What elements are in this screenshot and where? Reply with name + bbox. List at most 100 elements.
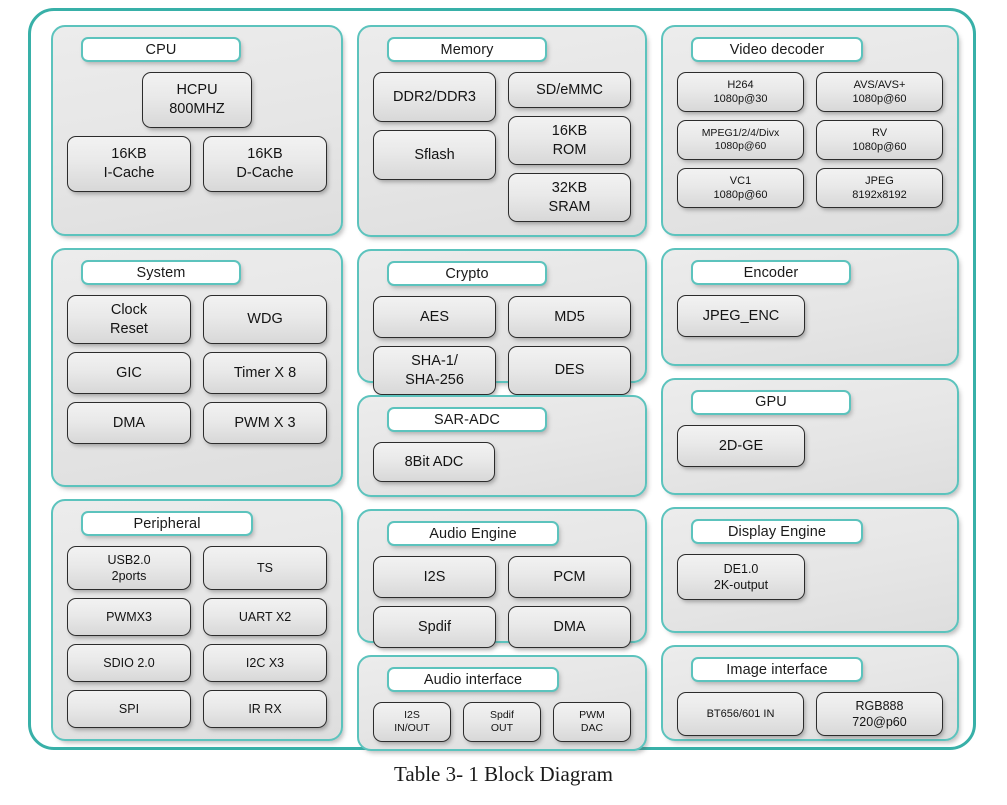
group-gpu: GPU 2D-GE <box>661 377 959 496</box>
group-title-display-engine: Display Engine <box>691 519 863 545</box>
block-8bit-adc: 8Bit ADC <box>373 442 495 482</box>
column-right: Video decoder H264 1080p@30 AVS/AVS+ 108… <box>661 25 959 741</box>
block-usb: USB2.0 2ports <box>67 546 191 590</box>
group-audio-interface: Audio interface I2S IN/OUT Spdif OUT PWM… <box>357 655 647 751</box>
block-pwmx3: PWMX3 <box>67 598 191 636</box>
block-line2: Reset <box>110 320 148 337</box>
group-title-audio-engine: Audio Engine <box>387 521 559 546</box>
block-timer: Timer X 8 <box>203 352 327 395</box>
block-line1: 16KB <box>247 146 283 163</box>
sar-adc-blocks: 8Bit ADC <box>373 442 631 482</box>
block-gic: GIC <box>67 352 191 395</box>
group-title-sar-adc: SAR-ADC <box>387 407 547 432</box>
block-diagram-frame: CPU HCPU 800MHZ 16KB I-Cache 16KB D-Cach… <box>28 8 976 751</box>
block-line1: WDG <box>247 311 283 328</box>
group-title-crypto: Crypto <box>387 261 547 286</box>
memory-col-a: DDR2/DDR3 Sflash <box>373 72 496 222</box>
block-aes: AES <box>373 296 496 338</box>
block-sd-emmc: SD/eMMC <box>508 72 631 108</box>
block-2d-ge: 2D-GE <box>677 424 805 467</box>
group-peripheral: Peripheral USB2.0 2ports TS PWMX3 UART X… <box>51 499 343 741</box>
block-md5: MD5 <box>508 296 631 338</box>
block-line1: JPEG <box>865 175 894 188</box>
block-line2: OUT <box>490 722 514 734</box>
block-line1: PWM X 3 <box>234 414 296 431</box>
block-sram: 32KB SRAM <box>508 173 631 223</box>
block-line1: TS <box>257 561 273 575</box>
block-rom: 16KB ROM <box>508 116 631 166</box>
block-line1: PCM <box>553 568 586 585</box>
group-display-engine: Display Engine DE1.0 2K-output <box>661 507 959 633</box>
column-left: CPU HCPU 800MHZ 16KB I-Cache 16KB D-Cach… <box>51 25 343 741</box>
block-uart: UART X2 <box>203 598 327 636</box>
block-mpeg: MPEG1/2/4/Divx 1080p@60 <box>677 120 804 161</box>
group-system: System Clock Reset WDG GIC Timer X 8 DMA… <box>51 248 343 487</box>
block-line1: I2S <box>404 708 420 721</box>
block-line2: 2ports <box>111 569 147 583</box>
block-i2s: I2S <box>373 556 496 598</box>
block-clock-reset: Clock Reset <box>67 295 191 345</box>
block-line1: 16KB <box>111 146 147 163</box>
block-line1: I2C X3 <box>245 656 285 670</box>
block-line2: 8192x8192 <box>852 189 907 202</box>
block-line1: DMA <box>112 414 146 431</box>
block-line1: VC1 <box>729 175 752 188</box>
block-i-cache: 16KB I-Cache <box>67 136 191 192</box>
block-line1: HCPU <box>176 82 218 99</box>
block-line1: SHA-1/ <box>411 353 458 369</box>
block-sha: SHA-1/ SHA-256 <box>373 346 496 396</box>
block-line1: I2S <box>423 568 446 585</box>
group-title-encoder: Encoder <box>691 260 851 286</box>
block-pcm: PCM <box>508 556 631 598</box>
block-line1: IR RX <box>248 702 282 716</box>
block-line2: 1080p@60 <box>714 140 767 153</box>
block-line1: USB2.0 <box>107 553 151 567</box>
block-rv: RV 1080p@60 <box>816 120 943 161</box>
block-jpeg: JPEG 8192x8192 <box>816 168 943 209</box>
memory-col-b: SD/eMMC 16KB ROM 32KB SRAM <box>508 72 631 223</box>
group-title-audio-interface: Audio interface <box>387 667 559 692</box>
block-line1: DES <box>554 362 585 379</box>
block-line1: Spdif <box>417 618 452 635</box>
block-line1: DE1.0 <box>723 562 759 577</box>
group-title-peripheral: Peripheral <box>81 511 253 536</box>
group-title-memory: Memory <box>387 37 547 62</box>
group-title-system: System <box>81 260 241 286</box>
block-line1: GIC <box>116 364 142 381</box>
peripheral-blocks: USB2.0 2ports TS PWMX3 UART X2 SDIO 2.0 <box>67 546 327 728</box>
block-line1: BT656/601 IN <box>706 707 775 720</box>
figure-caption: Table 3- 1 Block Diagram <box>394 762 613 786</box>
block-line1: SPI <box>118 702 140 716</box>
group-title-video-decoder: Video decoder <box>691 37 863 62</box>
block-sdio: SDIO 2.0 <box>67 644 191 682</box>
column-middle: Memory DDR2/DDR3 Sflash SD/eMMC 16KB ROM… <box>357 25 647 751</box>
block-line1: DDR2/DDR3 <box>393 88 476 105</box>
block-line1: JPEG_ENC <box>702 307 780 324</box>
gpu-blocks: 2D-GE <box>677 424 943 467</box>
block-line1: 8Bit ADC <box>404 453 464 470</box>
block-line2: DAC <box>580 722 604 734</box>
group-title-cpu: CPU <box>81 37 241 62</box>
group-audio-engine: Audio Engine I2S PCM Spdif DMA <box>357 509 647 648</box>
crypto-blocks: AES MD5 SHA-1/ SHA-256 DES <box>373 296 631 396</box>
block-i2c: I2C X3 <box>203 644 327 682</box>
block-line2: 2K-output <box>713 578 769 593</box>
group-crypto: Crypto AES MD5 SHA-1/ SHA-256 DES <box>357 249 647 396</box>
group-image-interface: Image interface BT656/601 IN RGB888 720@… <box>661 645 959 741</box>
block-h264: H264 1080p@30 <box>677 72 804 113</box>
block-line2: 1080p@60 <box>852 141 907 154</box>
image-interface-blocks: BT656/601 IN RGB888 720@p60 <box>677 692 943 736</box>
block-rgb888: RGB888 720@p60 <box>816 692 943 736</box>
block-line1: 32KB <box>551 180 588 197</box>
block-pwm-dac: PWM DAC <box>552 702 631 742</box>
block-line1: RV <box>871 127 888 140</box>
block-line1: Sflash <box>414 146 455 163</box>
block-spi: SPI <box>67 690 191 728</box>
block-ddr: DDR2/DDR3 <box>373 72 496 122</box>
block-des: DES <box>508 346 631 396</box>
block-line1: AES <box>419 308 449 325</box>
block-avs: AVS/AVS+ 1080p@60 <box>816 72 943 113</box>
block-line1: 2D-GE <box>718 437 764 454</box>
block-line2: 800MHZ <box>169 101 225 117</box>
audio-engine-blocks: I2S PCM Spdif DMA <box>373 556 631 648</box>
